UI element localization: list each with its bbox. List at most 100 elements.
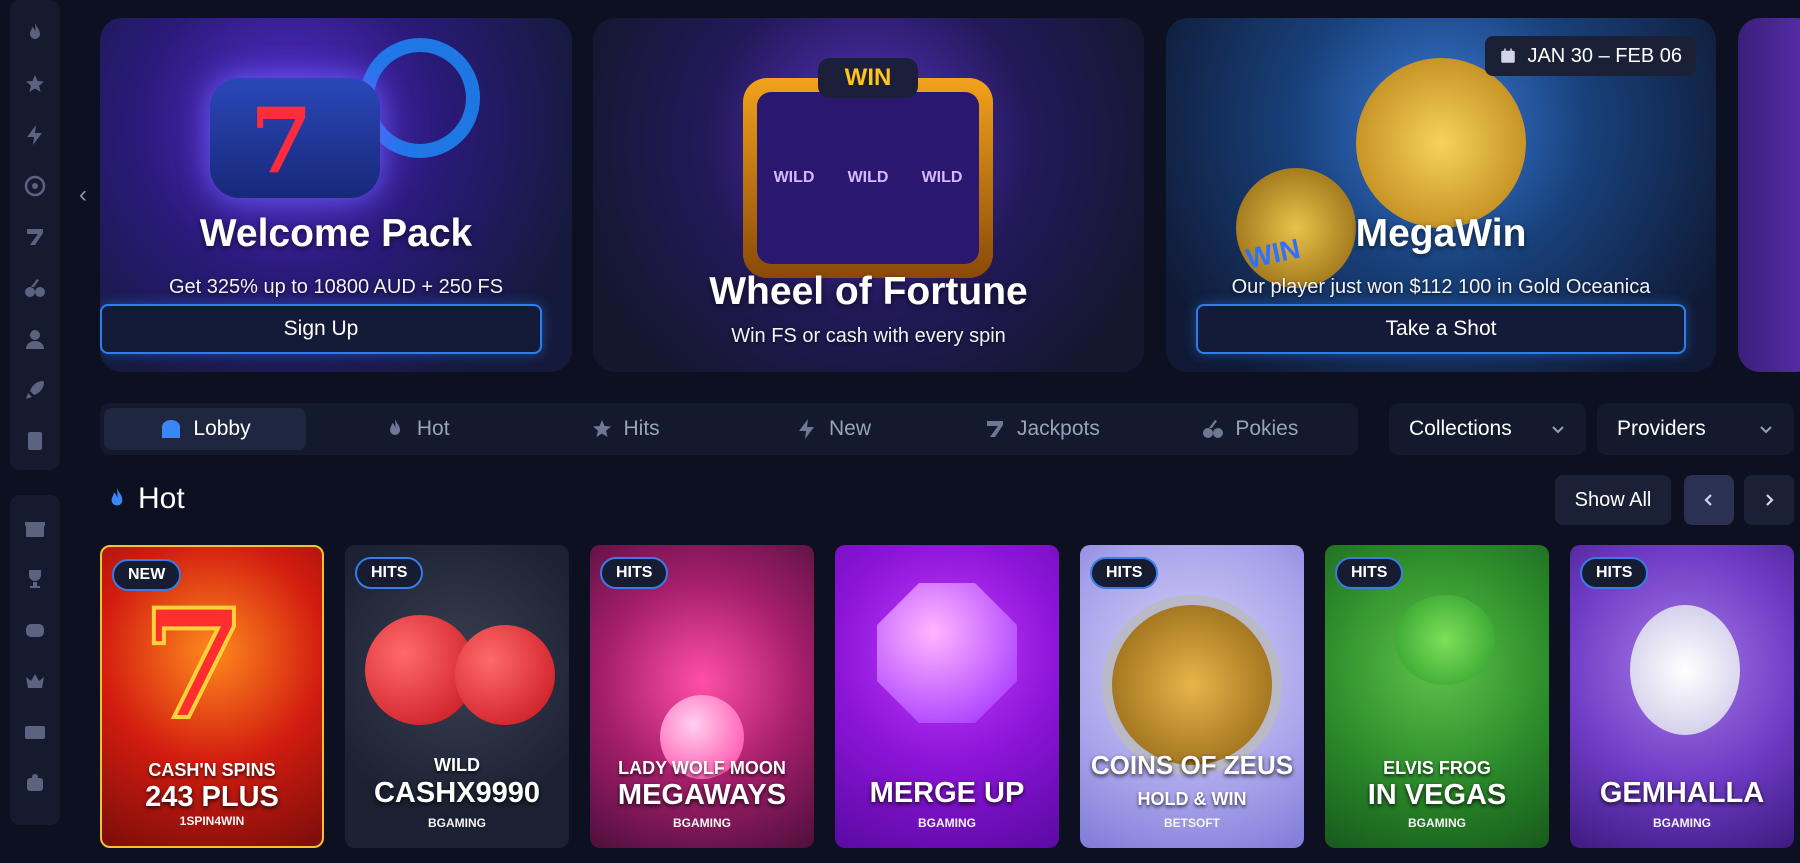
event-date-badge: JAN 30 – FEB 06 (1485, 36, 1696, 76)
tab-new[interactable]: New (729, 408, 937, 450)
flame-icon[interactable] (20, 18, 50, 48)
stars-icon[interactable] (20, 69, 50, 99)
tab-label: New (829, 417, 872, 440)
dropdown-label: Collections (1409, 417, 1512, 440)
game-title-line1: ELVIS FROG (1383, 758, 1491, 778)
slot-machine-icon[interactable] (20, 615, 50, 645)
game-title-line1: CASH'N SPINS (148, 760, 276, 780)
stars-icon (592, 420, 611, 437)
game-card[interactable]: HITS WILD CASHX9990 BGAMING (345, 545, 569, 848)
tab-pokies[interactable]: Pokies (1146, 408, 1354, 450)
sidebar-extras (10, 495, 60, 825)
section-title-hot: Hot (104, 482, 185, 516)
seven-art-icon: 7 (140, 575, 248, 755)
game-title-line1: COINS OF ZEUS (1090, 750, 1294, 780)
collections-dropdown[interactable]: Collections (1389, 403, 1586, 455)
trophy-icon[interactable] (20, 564, 50, 594)
banner-title: Welcome Pack (199, 212, 473, 255)
seven-art-icon: 7 (250, 88, 313, 194)
gift-icon[interactable] (20, 513, 50, 543)
game-title-line2: HOLD & WIN (1137, 789, 1247, 809)
tab-hot[interactable]: Hot (312, 408, 520, 450)
game-title-line2: CASHX9990 (373, 777, 541, 809)
tab-hits[interactable]: Hits (520, 408, 728, 450)
banner-subtitle: Win FS or cash with every spin (731, 325, 1006, 347)
game-card[interactable]: HITS GEMHALLA BGAMING (1570, 545, 1794, 848)
game-title-line1: WILD (434, 755, 480, 775)
slot-machine-art-icon: WILD WILD WILD (743, 78, 993, 278)
tab-label: Jackpots (1016, 417, 1100, 440)
banner-welcome-pack[interactable]: 7 Welcome Pack Get 325% up to 10800 AUD … (100, 18, 572, 372)
game-provider: BGAMING (1653, 816, 1711, 830)
chevron-left-icon (1704, 494, 1712, 506)
chevron-right-icon (1766, 494, 1774, 506)
show-all-button[interactable]: Show All (1555, 475, 1671, 525)
game-card[interactable]: NEW 7 CASH'N SPINS 243 PLUS 1SPIN4WIN (100, 545, 324, 848)
carousel-prev-button[interactable] (1684, 475, 1734, 525)
tab-label: Hot (416, 417, 450, 440)
viking-icon (1630, 605, 1740, 735)
sidebar-categories (10, 0, 60, 470)
providers-dropdown[interactable]: Providers (1597, 403, 1794, 455)
banner-megawin[interactable]: WIN JAN 30 – FEB 06 MegaWin Our player j… (1166, 18, 1716, 372)
banner-subtitle: Our player just won $112 100 in Gold Oce… (1231, 276, 1651, 298)
rocket-icon[interactable] (20, 375, 50, 405)
sign-up-button[interactable]: Sign Up (100, 304, 542, 354)
banner-next-peek[interactable] (1738, 18, 1800, 372)
game-card[interactable]: HITS LADY WOLF MOON MEGAWAYS BGAMING (590, 545, 814, 848)
cherries-icon[interactable] (20, 273, 50, 303)
lightning-icon[interactable] (20, 120, 50, 150)
event-date: JAN 30 – FEB 06 (1527, 44, 1682, 67)
tab-lobby[interactable]: Lobby (104, 408, 306, 450)
dealer-icon[interactable] (20, 324, 50, 354)
banner-wheel-of-fortune[interactable]: WILD WILD WILD WIN Wheel of Fortune Win … (593, 18, 1144, 372)
frog-icon (1395, 595, 1495, 685)
tab-label: Hits (623, 417, 660, 440)
game-provider: BGAMING (1408, 816, 1466, 830)
reel-label: WILD (773, 169, 815, 186)
seven-icon[interactable] (20, 222, 50, 252)
banner-prev-arrow[interactable]: ‹ (72, 180, 94, 210)
game-card[interactable]: MERGE UP BGAMING (835, 545, 1059, 848)
banner-title: Wheel of Fortune (709, 270, 1028, 313)
zeus-coin-icon (1102, 595, 1282, 775)
game-title-line2: MERGE UP (869, 777, 1025, 809)
game-badge: HITS (355, 557, 424, 589)
sidebar (0, 0, 70, 863)
game-card[interactable]: HITS ELVIS FROG IN VEGAS BGAMING (1325, 545, 1549, 848)
lobby-icon (162, 420, 181, 438)
target-icon[interactable] (20, 171, 50, 201)
game-provider: BGAMING (428, 816, 486, 830)
game-title-line2: 243 PLUS (145, 781, 279, 813)
banner-title: MegaWin (1355, 212, 1527, 255)
game-badge: HITS (1580, 557, 1649, 589)
cards-icon[interactable] (20, 426, 50, 456)
game-title-line2: IN VEGAS (1367, 779, 1507, 811)
tab-jackpots[interactable]: Jackpots (937, 408, 1145, 450)
game-provider: BGAMING (918, 816, 976, 830)
chevron-down-icon (1552, 426, 1564, 434)
take-a-shot-button[interactable]: Take a Shot (1196, 304, 1686, 354)
gem-icon (877, 583, 1017, 723)
category-tabs: Lobby Hot Hits New Jackpots Pokies (100, 403, 1358, 455)
reel-label: WILD (921, 169, 963, 186)
game-title-line1: LADY WOLF MOON (618, 758, 786, 778)
cherries-icon (1203, 420, 1224, 438)
chevron-down-icon (1760, 426, 1772, 434)
tab-label: Pokies (1235, 417, 1299, 440)
cherry-icon (455, 625, 555, 725)
game-card[interactable]: HITS COINS OF ZEUS HOLD & WIN BETSOFT (1080, 545, 1304, 848)
crown-icon[interactable] (20, 666, 50, 696)
game-title-line2: GEMHALLA (1599, 777, 1765, 809)
carousel-next-button[interactable] (1744, 475, 1794, 525)
golden-medallion-icon (1356, 58, 1526, 228)
support-icon[interactable] (20, 768, 50, 798)
game-provider: 1SPIN4WIN (179, 814, 245, 828)
win-sign: WIN (818, 58, 918, 98)
banner-subtitle: Get 325% up to 10800 AUD + 250 FS (168, 276, 504, 298)
lightning-icon (799, 419, 814, 439)
game-provider: BGAMING (673, 816, 731, 830)
wallet-card-icon[interactable] (20, 717, 50, 747)
game-badge: HITS (1090, 557, 1159, 589)
reel-label: WILD (847, 169, 889, 186)
